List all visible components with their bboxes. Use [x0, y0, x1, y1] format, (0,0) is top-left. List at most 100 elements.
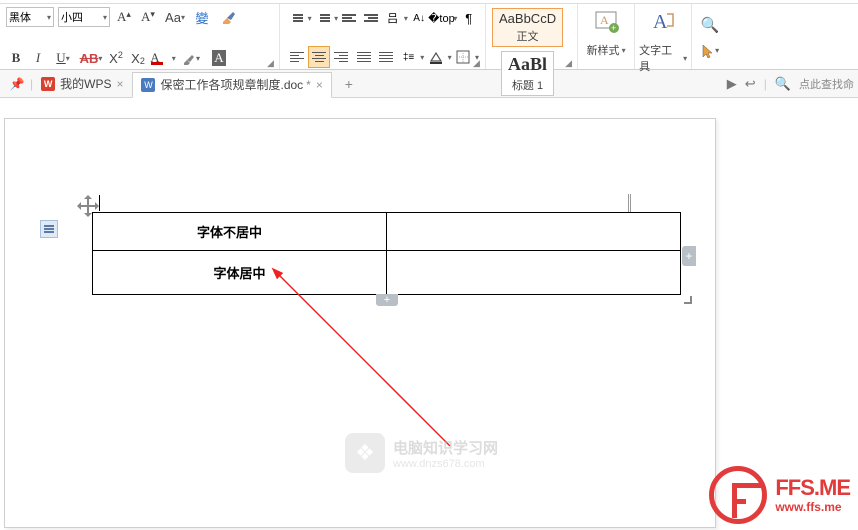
decrease-indent-button[interactable] [339, 7, 360, 29]
style-sample: AaBl [508, 54, 547, 75]
font-name-value: 黑体 [9, 9, 31, 25]
font-group: 黑体 ▾ 小四 ▾ A▴ A▾ Aa▾ 變 B I U▾ AB▾ X2 X2 A… [0, 4, 280, 69]
document-canvas: 字体不居中 字体居中 + + ❖ 电脑知识学习网 www.dnzs678.com… [0, 98, 858, 530]
tab-document[interactable]: W 保密工作各项规章制度.doc * × [132, 72, 331, 98]
change-case-button[interactable]: Aa▾ [162, 7, 188, 27]
watermark: ❖ 电脑知识学习网 www.dnzs678.com [345, 433, 498, 473]
style-label: 标题 1 [508, 77, 547, 93]
search-placeholder[interactable]: 点此查找命 [799, 76, 854, 92]
ffs-title: FFS.ME [775, 476, 850, 500]
return-icon[interactable]: ↩ [745, 76, 756, 92]
borders-button[interactable] [453, 46, 474, 68]
font-size-value: 小四 [61, 9, 83, 25]
style-normal[interactable]: AaBbCcD 正文 [492, 8, 563, 47]
bold-button[interactable]: B [6, 48, 26, 68]
bullets-button[interactable] [286, 7, 307, 29]
table-resize-handle-icon[interactable] [684, 296, 692, 304]
pin-icon[interactable]: 📌 [8, 75, 26, 93]
svg-text:A: A [653, 11, 668, 33]
styles-group: AaBbCcD 正文 AaBl 标题 1 ▴ ▾ ▿ ◢ [486, 4, 578, 69]
asian-dropdown[interactable]: ▾ [404, 14, 408, 23]
increase-indent-button[interactable] [361, 7, 382, 29]
shading-dropdown[interactable]: ▾ [448, 53, 452, 62]
text-tools-icon: A [649, 8, 677, 40]
char-shading-button[interactable]: A [206, 48, 232, 68]
highlight-button[interactable]: ▾ [178, 48, 204, 68]
font-size-select[interactable]: 小四 ▾ [58, 7, 110, 27]
line-spacing-button[interactable]: ‡≡ [398, 46, 419, 68]
align-justify-button[interactable] [353, 46, 374, 68]
align-right-button[interactable] [331, 46, 352, 68]
subscript-button[interactable]: X2 [128, 48, 148, 68]
document-tabs-bar: 📌 | W 我的WPS × W 保密工作各项规章制度.doc * × + ▶ ↩… [0, 70, 858, 98]
table-cell[interactable]: 字体居中 [93, 251, 387, 295]
ffs-logo: FFS.ME www.ffs.me [709, 466, 850, 524]
close-icon[interactable]: × [116, 77, 123, 91]
table-row[interactable]: 字体居中 [93, 251, 681, 295]
add-tab-button[interactable]: + [338, 73, 360, 95]
chevron-down-icon: ▾ [47, 13, 51, 22]
grow-font-button[interactable]: A▴ [114, 7, 134, 27]
close-icon[interactable]: × [316, 78, 323, 92]
clear-formatting-button[interactable] [216, 7, 242, 27]
ribbon-toolbar: 黑体 ▾ 小四 ▾ A▴ A▾ Aa▾ 變 B I U▾ AB▾ X2 X2 A… [0, 4, 858, 70]
shrink-font-button[interactable]: A▾ [138, 7, 158, 27]
text-tools-button[interactable]: A 文字工具▾ [635, 4, 691, 78]
document-table[interactable]: 字体不居中 字体居中 [92, 212, 681, 295]
add-row-handle-icon[interactable]: + [682, 246, 696, 266]
find-button[interactable]: 🔍 [700, 15, 720, 35]
watermark-title: 电脑知识学习网 [393, 437, 498, 458]
strikethrough-button[interactable]: AB▾ [78, 48, 104, 68]
sort-button[interactable]: A↓ [409, 7, 430, 29]
font-color-button[interactable]: A▾ [150, 48, 176, 68]
svg-text:A: A [600, 13, 609, 27]
align-distribute-button[interactable] [376, 46, 397, 68]
watermark-url: www.dnzs678.com [393, 458, 498, 470]
style-sample: AaBbCcD [499, 11, 556, 26]
numbering-button[interactable] [313, 7, 334, 29]
new-style-button[interactable]: A+ 新样式▾ [578, 4, 634, 62]
phonetic-guide-button[interactable]: 變 [192, 7, 212, 27]
add-column-handle-icon[interactable]: + [376, 294, 398, 306]
bullets-dropdown[interactable]: ▾ [308, 14, 312, 23]
table-row[interactable]: 字体不居中 [93, 213, 681, 251]
align-center-button[interactable] [308, 46, 329, 68]
font-dialog-launcher-icon[interactable]: ◢ [267, 58, 277, 68]
table-cell[interactable] [387, 213, 681, 251]
superscript-button[interactable]: X2 [106, 48, 126, 68]
new-style-group: A+ 新样式▾ [578, 4, 635, 69]
column-marker[interactable] [628, 194, 631, 212]
new-style-icon: A+ [592, 8, 620, 40]
tab-button[interactable]: �top [430, 7, 452, 29]
select-button[interactable]: ▾ [697, 41, 723, 61]
table-cell[interactable] [387, 251, 681, 295]
search-icon[interactable]: 🔍 [775, 76, 791, 92]
align-left-button[interactable] [286, 46, 307, 68]
asian-layout-button[interactable]: 吕 [382, 7, 403, 29]
style-label: 正文 [499, 28, 556, 44]
italic-button[interactable]: I [28, 48, 48, 68]
numbering-dropdown[interactable]: ▾ [334, 14, 338, 23]
new-style-label: 新样式 [587, 42, 620, 58]
ffs-url: www.ffs.me [775, 501, 850, 514]
outline-pane-icon[interactable] [40, 220, 58, 238]
editing-group: 🔍 ▾ [692, 4, 728, 69]
show-marks-button[interactable]: ¶ [458, 7, 479, 29]
shading-button[interactable] [425, 46, 446, 68]
watermark-badge-icon: ❖ [345, 433, 385, 473]
spacing-dropdown[interactable]: ▾ [420, 53, 424, 62]
font-name-select[interactable]: 黑体 ▾ [6, 7, 54, 27]
doc-icon: W [141, 78, 155, 92]
tab-wps-home[interactable]: W 我的WPS × [33, 71, 132, 97]
paragraph-dialog-launcher-icon[interactable]: ◢ [473, 58, 483, 68]
reading-mode-icon[interactable]: ▶ [727, 76, 737, 92]
text-tools-label: 文字工具 [639, 42, 681, 74]
underline-button[interactable]: U▾ [50, 48, 76, 68]
styles-dialog-launcher-icon[interactable]: ◢ [565, 58, 575, 68]
text-cursor [99, 195, 100, 211]
dirty-indicator: * [306, 78, 311, 92]
tab-title: 我的WPS [60, 75, 111, 92]
style-heading1[interactable]: AaBl 标题 1 [501, 51, 554, 96]
tab-dropdown[interactable]: ▾ [453, 14, 457, 23]
table-cell[interactable]: 字体不居中 [93, 213, 387, 251]
